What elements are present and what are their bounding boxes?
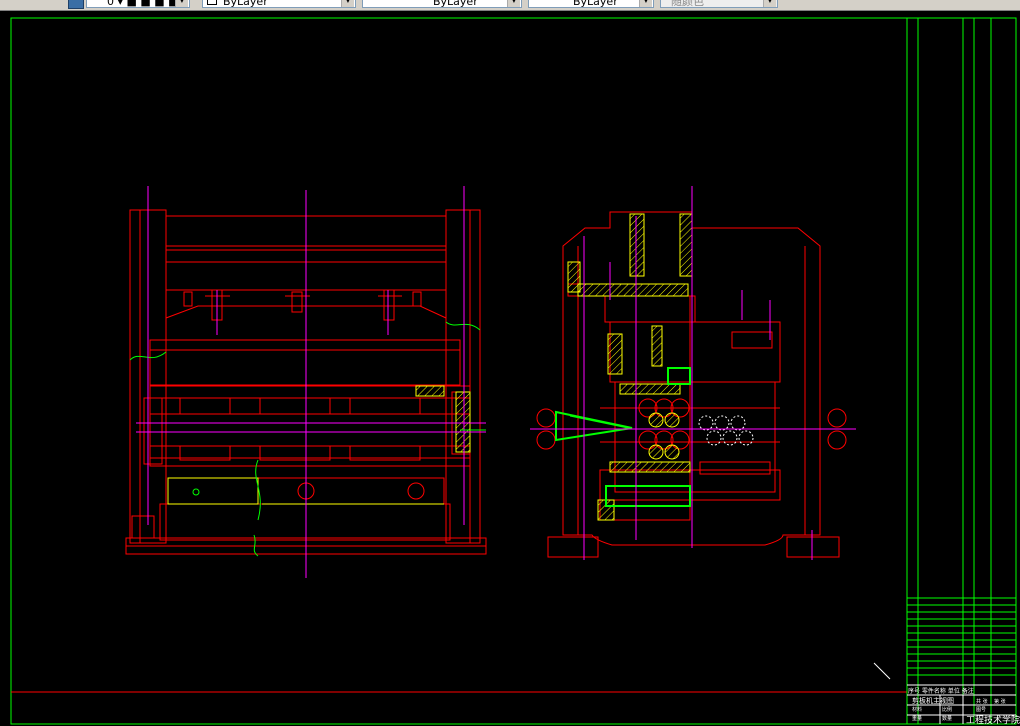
layer-manager-icon[interactable] [68, 0, 84, 9]
title-block-head: 序号 零件名称 单位 备注 [908, 687, 974, 695]
linetype-dropdown[interactable]: ByLayer ▼ [362, 0, 522, 8]
layer-dropdown[interactable]: 0 ▾ ■ ■ ■ ■ ▼ [86, 0, 190, 8]
chevron-down-icon[interactable]: ▼ [639, 0, 652, 7]
label-drawing-no: 图号 [976, 707, 986, 713]
crosshair-cursor-icon [873, 662, 891, 680]
label-quantity: 数量 [942, 715, 952, 722]
label-sheet-no: 第 张 [994, 698, 1006, 705]
lineweight-value: ByLayer [573, 0, 618, 8]
drawing-name: 剪板机主视图 [912, 696, 954, 705]
label-weight: 重量 [912, 715, 922, 722]
front-view-centerlines [136, 186, 486, 578]
color-swatch-icon [207, 0, 217, 5]
chevron-down-icon[interactable]: ▼ [341, 0, 354, 7]
side-view-bearings [698, 415, 754, 446]
color-value: ByLayer [223, 0, 268, 8]
front-view-hatch [167, 385, 471, 505]
school-name: 工程技术学院 [966, 714, 1020, 726]
drawing-canvas[interactable]: 序号 零件名称 单位 备注 剪板机主视图 工程技术学院 比例 数量 材料 重量 … [0, 11, 1020, 726]
chevron-down-icon[interactable]: ▼ [507, 0, 520, 7]
drawing-frame [10, 17, 1017, 725]
front-view-break-lines [129, 321, 481, 557]
layer-value: 0 ▾ ■ ■ ■ ■ [107, 0, 179, 8]
front-view-green-detail [192, 429, 486, 496]
chevron-down-icon[interactable]: ▼ [763, 0, 776, 7]
label-sheets-total: 共 张 [976, 698, 988, 705]
side-view-centerlines [530, 186, 856, 560]
label-material: 材料 [912, 706, 922, 713]
plotstyle-dropdown[interactable]: 随颜色 ▼ [660, 0, 778, 8]
color-dropdown[interactable]: ByLayer ▼ [202, 0, 356, 8]
title-block [907, 597, 1016, 724]
label-scale: 比例 [942, 706, 952, 713]
properties-toolbar: 0 ▾ ■ ■ ■ ■ ▼ ByLayer ▼ ByLayer ▼ ByLaye… [0, 0, 1020, 11]
plotstyle-value: 随颜色 [671, 0, 704, 8]
lineweight-dropdown[interactable]: ByLayer ▼ [528, 0, 654, 8]
linetype-value: ByLayer [433, 0, 478, 8]
cad-drawing: 序号 零件名称 单位 备注 剪板机主视图 工程技术学院 比例 数量 材料 重量 … [10, 17, 1020, 726]
chevron-down-icon[interactable]: ▼ [175, 0, 188, 7]
